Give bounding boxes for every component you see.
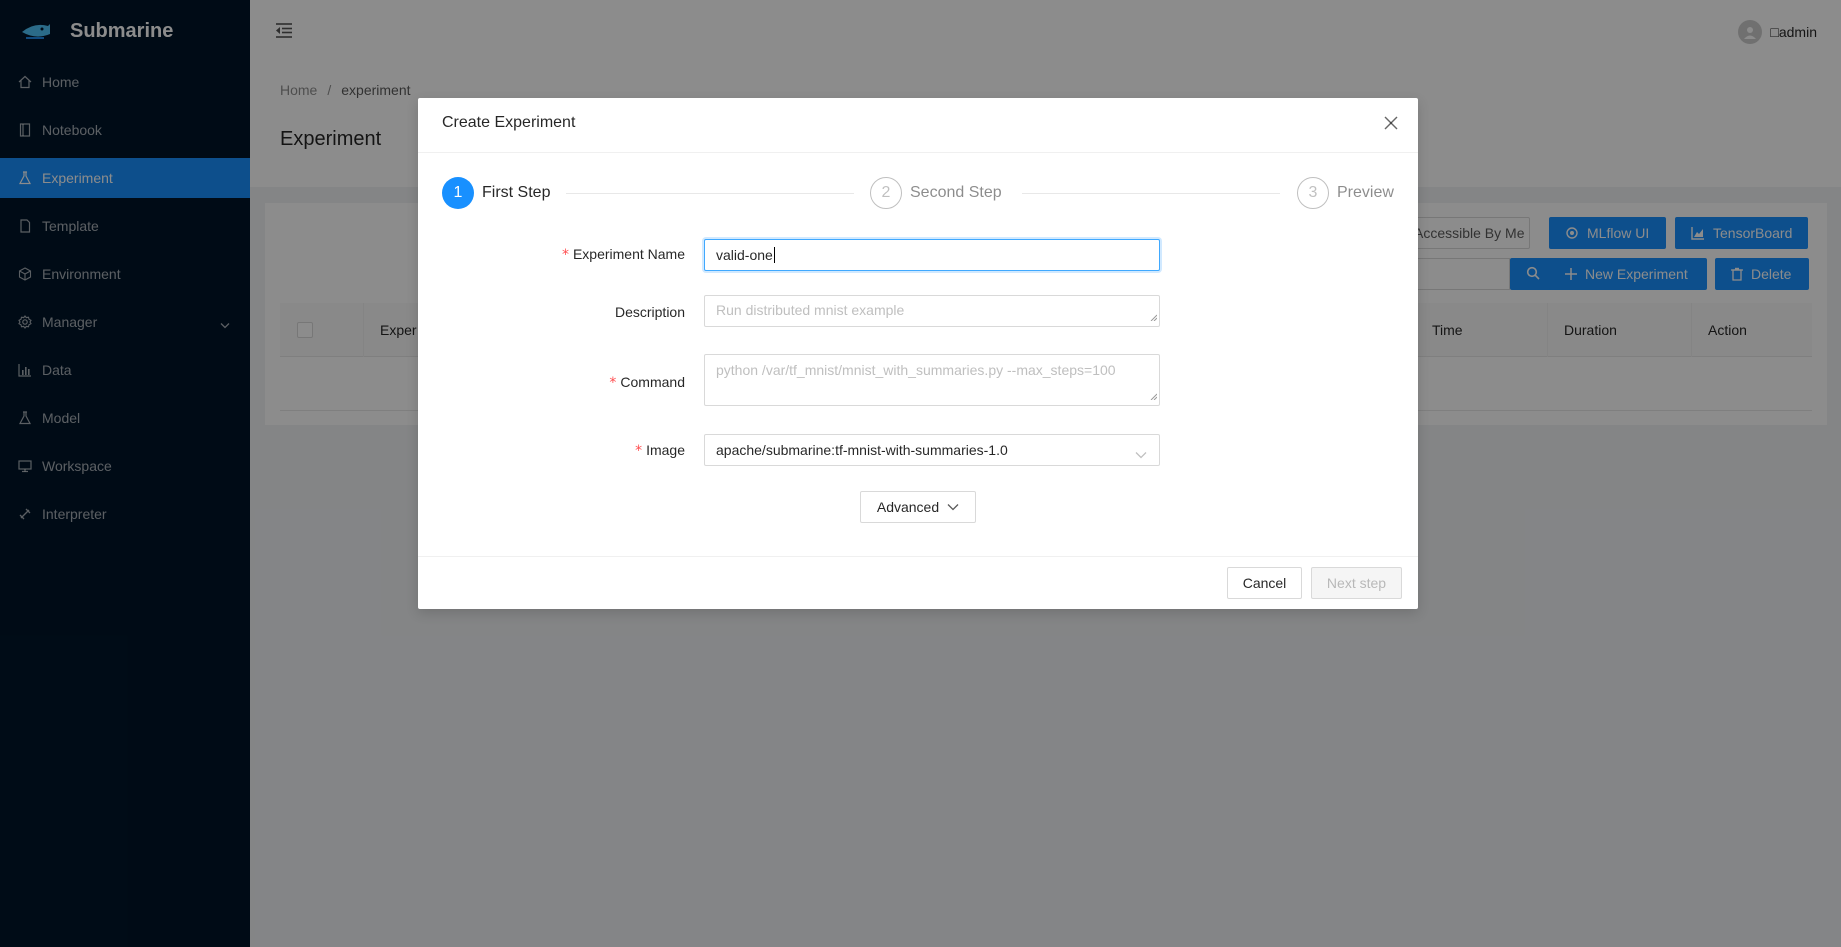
modal-header: Create Experiment bbox=[418, 98, 1418, 153]
step-connector bbox=[566, 193, 854, 194]
text-cursor bbox=[773, 247, 775, 263]
description-placeholder: Run distributed mnist example bbox=[716, 302, 905, 318]
required-mark: * bbox=[561, 247, 569, 263]
experiment-name-label-text: Experiment Name bbox=[572, 246, 685, 262]
resize-handle-icon[interactable] bbox=[1150, 387, 1158, 403]
close-icon[interactable] bbox=[1384, 116, 1398, 133]
experiment-name-value: valid-one bbox=[716, 247, 773, 263]
command-placeholder: python /var/tf_mnist/mnist_with_summarie… bbox=[716, 362, 1116, 378]
image-label-text: Image bbox=[646, 442, 685, 458]
image-select[interactable]: apache/submarine:tf-mnist-with-summaries… bbox=[704, 434, 1160, 466]
advanced-label: Advanced bbox=[876, 499, 940, 515]
description-label-text: Description bbox=[614, 304, 685, 320]
cancel-button[interactable]: Cancel bbox=[1227, 567, 1302, 599]
modal-footer: Cancel Next step bbox=[418, 556, 1418, 609]
step-preview: 3 Preview bbox=[1297, 177, 1394, 209]
resize-handle-icon[interactable] bbox=[1150, 308, 1158, 324]
image-select-value: apache/submarine:tf-mnist-with-summaries… bbox=[716, 442, 1008, 458]
description-input[interactable]: Run distributed mnist example bbox=[704, 295, 1160, 327]
experiment-name-input[interactable]: valid-one bbox=[704, 239, 1160, 271]
command-input[interactable]: python /var/tf_mnist/mnist_with_summarie… bbox=[704, 354, 1160, 406]
command-label-text: Command bbox=[620, 374, 685, 390]
required-mark: * bbox=[609, 375, 617, 391]
chevron-down-icon bbox=[947, 503, 959, 511]
step-title: Second Step bbox=[910, 184, 1002, 201]
step-number: 2 bbox=[870, 177, 902, 209]
cancel-label: Cancel bbox=[1242, 575, 1287, 591]
command-label: * Command bbox=[609, 374, 685, 391]
advanced-button[interactable]: Advanced bbox=[860, 491, 976, 523]
step-number: 1 bbox=[442, 177, 474, 209]
step-second: 2 Second Step bbox=[870, 177, 1002, 209]
description-label: Description bbox=[615, 304, 685, 320]
step-connector bbox=[1022, 193, 1280, 194]
step-number: 3 bbox=[1297, 177, 1329, 209]
required-mark: * bbox=[635, 443, 643, 459]
image-label: * Image bbox=[635, 442, 685, 459]
next-step-button[interactable]: Next step bbox=[1311, 567, 1402, 599]
chevron-down-icon bbox=[1135, 446, 1147, 462]
modal-title: Create Experiment bbox=[442, 114, 576, 131]
next-step-label: Next step bbox=[1326, 575, 1387, 591]
step-title: Preview bbox=[1337, 184, 1394, 201]
create-experiment-modal: Create Experiment 1 First Step 2 Second … bbox=[418, 98, 1418, 609]
step-first: 1 First Step bbox=[442, 177, 550, 209]
experiment-name-label: * Experiment Name bbox=[562, 246, 685, 263]
steps: 1 First Step 2 Second Step 3 Preview bbox=[442, 177, 1394, 211]
step-title: First Step bbox=[482, 184, 551, 201]
